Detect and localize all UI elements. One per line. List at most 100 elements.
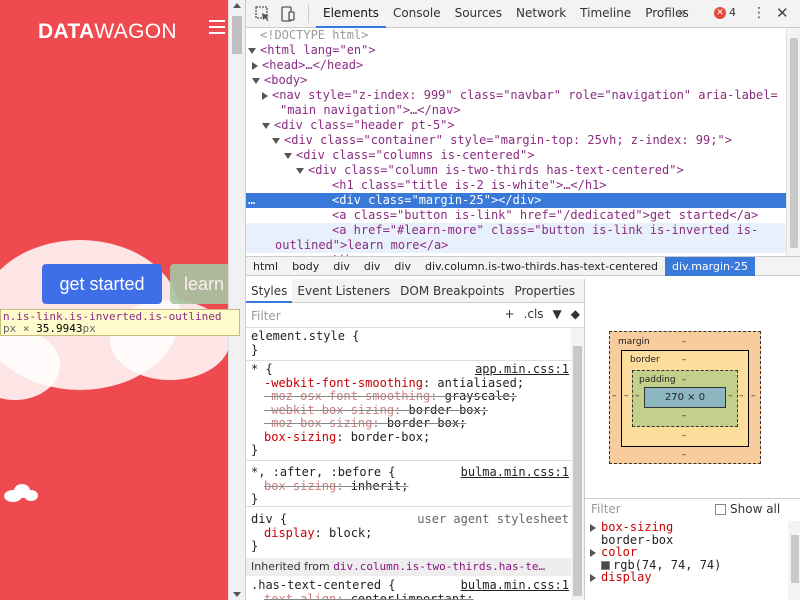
scrollbar-thumb[interactable] xyxy=(791,535,799,583)
dom-node-line[interactable]: <div class="columns is-centered"> xyxy=(246,148,786,163)
rule-selector[interactable]: .has-text-centered {bulma.min.css:1 xyxy=(246,578,571,593)
stylesheet-source-link[interactable]: bulma.min.css:1 xyxy=(461,465,569,480)
expand-triangle-closed-icon[interactable] xyxy=(590,524,596,532)
dom-node-line[interactable]: … <div class="margin-25"></div> xyxy=(246,193,786,208)
property-name[interactable]: -webkit-box-sizing xyxy=(264,403,394,417)
expand-triangle-open-icon[interactable] xyxy=(248,47,256,54)
add-rule-icon[interactable]: + xyxy=(504,307,514,321)
css-property[interactable]: -moz-box-sizing: border-box; xyxy=(246,416,571,431)
dom-tree-scrollbar[interactable] xyxy=(786,28,800,256)
learn-more-button[interactable]: learn xyxy=(170,264,228,304)
css-rule-div_rule[interactable]: div {user agent stylesheet display: block… xyxy=(246,512,571,554)
property-name[interactable]: box-sizing xyxy=(264,430,336,444)
tab-profiles[interactable]: Profiles xyxy=(638,0,696,28)
color-swatch[interactable] xyxy=(601,560,610,570)
device-mode-icon[interactable] xyxy=(280,6,296,22)
tab-dom-breakpoints[interactable]: DOM Breakpoints xyxy=(395,279,509,303)
scrollbar-thumb[interactable] xyxy=(573,346,582,596)
property-value[interactable]: border-box; xyxy=(409,403,488,417)
dom-node-line[interactable]: <div class="column is-two-thirds has-tex… xyxy=(246,163,786,178)
computed-scrollbar[interactable] xyxy=(788,521,800,600)
show-all-checkbox[interactable]: Show all xyxy=(715,502,780,516)
inspect-element-icon[interactable] xyxy=(255,6,271,22)
breadcrumb-item[interactable]: div xyxy=(387,257,418,276)
expand-triangle-open-icon[interactable] xyxy=(252,77,260,84)
css-property[interactable]: box-sizing: inherit; xyxy=(246,479,571,494)
property-name[interactable]: -webkit-font-smoothing xyxy=(264,376,423,390)
node-ellipsis-icon[interactable]: … xyxy=(248,193,255,208)
css-property[interactable]: -moz-osx-font-smoothing: grayscale; xyxy=(246,389,571,404)
dom-node-line[interactable]: outlined">learn more</a> xyxy=(246,238,786,253)
tab-sources[interactable]: Sources xyxy=(448,0,509,28)
css-property[interactable]: display: block; xyxy=(246,526,571,541)
tab-properties[interactable]: Properties xyxy=(509,279,580,303)
expand-triangle-open-icon[interactable] xyxy=(262,122,270,129)
property-value[interactable]: block; xyxy=(329,526,372,540)
css-rule-pseudo[interactable]: *, :after, :before {bulma.min.css:1 box-s… xyxy=(246,465,571,507)
dom-node-line[interactable]: <div class="container" style="margin-top… xyxy=(246,133,786,148)
box-model-content[interactable]: 270 × 0 xyxy=(644,387,726,408)
property-name[interactable]: box-sizing xyxy=(264,479,336,493)
dom-node-line[interactable]: <h1 class="title is-2 is-white">…</h1> xyxy=(246,178,786,193)
rule-selector[interactable]: * {app.min.css:1 xyxy=(246,362,571,377)
computed-filter-input[interactable]: Filter xyxy=(591,502,621,516)
expand-triangle-closed-icon[interactable] xyxy=(590,549,596,557)
css-property[interactable]: -webkit-box-sizing: border-box; xyxy=(246,403,571,418)
error-count-badge[interactable]: ✕ 4 xyxy=(714,6,736,19)
dom-node-line[interactable]: <a class="button is-link" href="/dedicat… xyxy=(246,208,786,223)
breadcrumb-item[interactable]: div xyxy=(326,257,357,276)
breadcrumb-item[interactable]: div.column.is-two-thirds.has-text-center… xyxy=(418,257,665,276)
scrollbar-thumb[interactable] xyxy=(232,16,242,54)
get-started-button[interactable]: get started xyxy=(42,264,162,304)
scroll-up-arrow-icon[interactable] xyxy=(233,3,241,8)
css-property[interactable]: -webkit-font-smoothing: antialiased; xyxy=(246,376,571,391)
dom-node-line[interactable]: <div class="header pt-5"> xyxy=(246,118,786,133)
pin-icon[interactable]: ▼ xyxy=(553,307,562,321)
property-value[interactable]: inherit; xyxy=(351,479,409,493)
expand-triangle-closed-icon[interactable] xyxy=(262,91,268,100)
css-property[interactable]: text-align: center!important; xyxy=(246,592,571,600)
expand-triangle-closed-icon[interactable] xyxy=(252,61,258,70)
expand-triangle-closed-icon[interactable] xyxy=(590,574,596,582)
property-name[interactable]: text-align xyxy=(264,592,336,600)
tab-network[interactable]: Network xyxy=(509,0,573,28)
hamburger-menu-icon[interactable] xyxy=(209,20,225,34)
more-tabs-chevron-icon[interactable]: » xyxy=(678,5,687,21)
dom-node-line[interactable]: <html lang="en"> xyxy=(246,43,786,58)
breadcrumb-item[interactable]: html xyxy=(246,257,285,276)
css-rule-universal[interactable]: * {app.min.css:1 -webkit-font-smoothing: … xyxy=(246,362,571,458)
dom-node-line[interactable]: <nav style="z-index: 999" class="navbar"… xyxy=(246,88,786,103)
checkbox-icon[interactable] xyxy=(715,503,726,515)
styles-filter-input[interactable]: Filter xyxy=(251,309,281,323)
property-value[interactable]: border-box; xyxy=(387,416,466,430)
stylesheet-source-link[interactable]: bulma.min.css:1 xyxy=(461,578,569,593)
page-scrollbar[interactable] xyxy=(228,0,245,600)
property-value[interactable]: center!important; xyxy=(351,592,474,600)
tab-elements[interactable]: Elements xyxy=(316,0,386,28)
tab-styles[interactable]: Styles xyxy=(246,279,293,303)
tab-event-listeners[interactable]: Event Listeners xyxy=(292,279,395,303)
expand-triangle-open-icon[interactable] xyxy=(284,152,292,159)
tab-timeline[interactable]: Timeline xyxy=(573,0,638,28)
property-name[interactable]: -moz-box-sizing xyxy=(264,416,372,430)
property-name[interactable]: display xyxy=(264,526,315,540)
stylesheet-source-link[interactable]: app.min.css:1 xyxy=(475,362,569,377)
rule-selector[interactable]: *, :after, :before {bulma.min.css:1 xyxy=(246,465,571,480)
css-property[interactable]: box-sizing: border-box; xyxy=(246,430,571,445)
breadcrumb-item[interactable]: div xyxy=(357,257,388,276)
dom-node-line[interactable]: "main navigation">…</nav> xyxy=(246,103,786,118)
property-value[interactable]: grayscale; xyxy=(445,389,517,403)
inherited-node-link[interactable]: div.column.is-two-thirds.has-te… xyxy=(333,560,545,573)
dom-tree[interactable]: <!DOCTYPE html> <html lang="en"> <head>…</… xyxy=(246,28,786,256)
css-rule-centered[interactable]: .has-text-centered {bulma.min.css:1 text-… xyxy=(246,578,571,600)
dom-node-line[interactable]: <head>…</head> xyxy=(246,58,786,73)
scrollbar-thumb[interactable] xyxy=(790,38,798,248)
styles-scrollbar[interactable] xyxy=(571,328,584,600)
tab-console[interactable]: Console xyxy=(386,0,448,28)
dom-node-line[interactable]: <!DOCTYPE html> xyxy=(246,28,786,43)
computed-property[interactable]: display xyxy=(585,571,788,584)
class-toggle-button[interactable]: .cls xyxy=(524,307,544,321)
close-icon[interactable]: ✕ xyxy=(776,4,789,22)
breadcrumb-item[interactable]: body xyxy=(285,257,326,276)
property-name[interactable]: -moz-osx-font-smoothing xyxy=(264,389,430,403)
